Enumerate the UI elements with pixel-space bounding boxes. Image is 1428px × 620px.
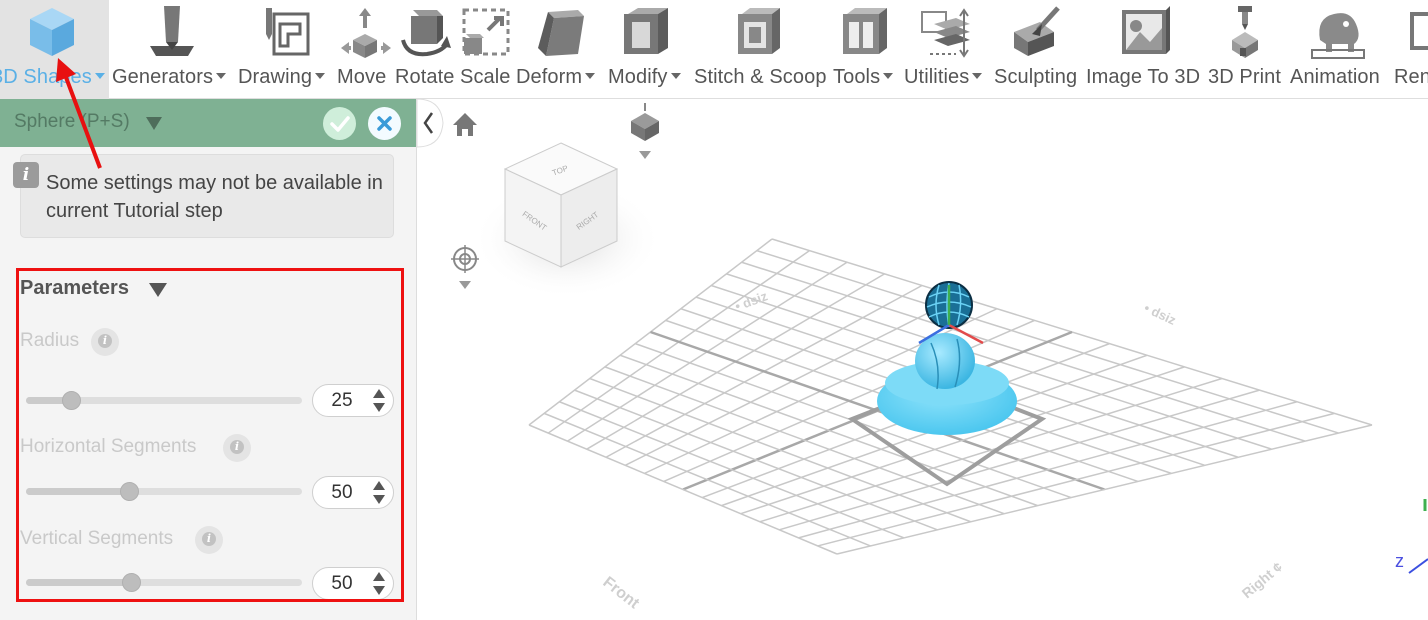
toolbar-label: Rotate [395,66,455,88]
utilities-icon [921,8,970,58]
sculpting-icon [1014,6,1060,56]
tools-icon [843,8,887,54]
3d-viewport[interactable]: TOP FRONT RIGHT • dsiz • dsiz Front Righ… [416,98,1428,620]
toolbar-label: Ren [1394,66,1428,88]
rotate-icon [401,10,451,57]
chevron-down-icon [883,72,894,79]
toolbar-label: Move [337,66,387,88]
chevron-down-icon [670,72,681,79]
collapse-panel-button[interactable] [416,98,444,148]
toolbar-image-to-3d[interactable]: Image To 3D [1086,0,1204,99]
3d-print-icon [1232,6,1258,58]
toolbar-utilities[interactable]: Utilities [904,0,990,99]
confirm-button[interactable] [323,107,356,140]
toolbar-label: Tools [833,66,881,88]
cancel-button[interactable] [368,107,401,140]
toolbar-3d-print[interactable]: 3D Print [1208,0,1286,99]
toolbar-label: Modify [608,66,668,88]
image-to-3d-icon [1122,6,1170,54]
toolbar-scale[interactable]: Scale [460,0,512,99]
toolbar-tools[interactable]: Tools [833,0,899,99]
chevron-down-icon [585,72,596,79]
toolbar-label: Animation [1290,66,1380,88]
svg-text:• dsiz: • dsiz [733,288,770,314]
toolbar-label: Stitch & Scoop [694,66,827,88]
animation-icon [1311,13,1365,59]
stitch-scoop-icon [738,8,780,54]
view-mode-icon[interactable] [631,103,659,159]
toolbar-label: Drawing [238,66,313,88]
toolbar-label: Sculpting [994,66,1078,88]
toolbar-label: Image To 3D [1086,66,1201,88]
chevron-down-icon [972,72,983,79]
toolbar-label: Scale [460,66,511,88]
home-icon[interactable] [453,113,477,136]
app-window: 3D Shapes Generators Drawing Move Rotate… [0,0,1428,620]
toolbar-move[interactable]: Move [337,0,391,99]
drawing-icon [266,8,310,56]
parameters-highlight-box [16,268,404,602]
chevron-down-icon [216,72,227,79]
render-icon [1410,12,1428,50]
grid-line [528,424,838,555]
toolbar-modify[interactable]: Modify [608,0,690,99]
chevron-down-icon [315,72,326,79]
svg-text:• dsiz: • dsiz [1142,300,1179,328]
toolbar-label: Utilities [904,66,970,88]
toolbar-sculpting[interactable]: Sculpting [994,0,1082,99]
move-icon [341,8,391,58]
z-axis-label: z [1395,551,1404,571]
toolbar-animation[interactable]: Animation [1290,0,1390,99]
svg-text:Front: Front [600,574,643,613]
view-cube[interactable]: TOP FRONT RIGHT [472,142,662,299]
annotation-arrow [56,58,102,169]
svg-text:Right ¢: Right ¢ [1239,558,1286,601]
axis-indicator: z [1395,499,1428,574]
toolbar-render[interactable]: Ren [1394,0,1428,99]
toolbar-deform[interactable]: Deform [516,0,604,99]
scale-icon [462,8,510,56]
modify-icon [624,8,668,54]
toolbar-stitch-scoop[interactable]: Stitch & Scoop [694,0,828,99]
scene-canvas[interactable]: TOP FRONT RIGHT • dsiz • dsiz Front Righ… [416,98,1428,620]
toolbar-drawing[interactable]: Drawing [238,0,332,99]
toolbar-label: 3D Print [1208,66,1282,88]
main-toolbar: 3D Shapes Generators Drawing Move Rotate… [0,0,1428,99]
deform-icon [538,10,584,56]
toolbar-label: Deform [516,66,583,88]
checkmark-icon [330,116,350,132]
close-icon [377,116,392,131]
toolbar-rotate[interactable]: Rotate [395,0,455,99]
